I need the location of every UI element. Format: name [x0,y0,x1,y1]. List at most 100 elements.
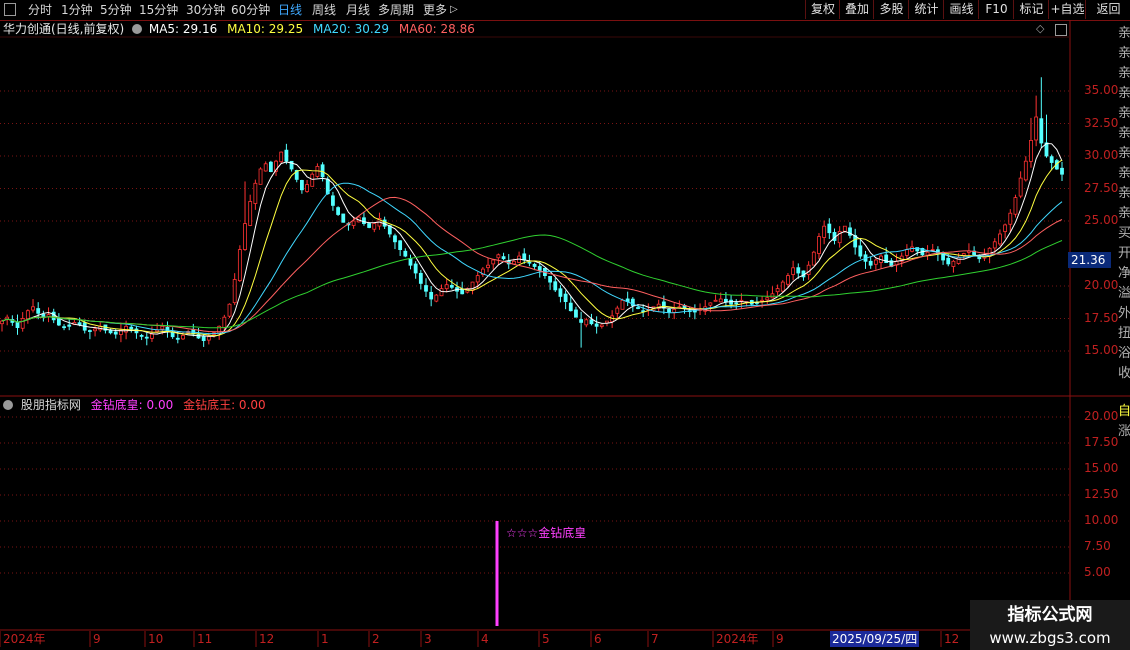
candle-body [904,249,909,256]
main-y-tick: 30.00 [1084,148,1119,162]
candle-body [362,217,366,225]
candle-body [25,310,30,320]
info-panel-char: 溢 [1118,286,1130,301]
indicator-y-tick: 7.50 [1084,539,1111,553]
candle-body [615,307,620,314]
candle-body [93,328,97,332]
candle-body [532,263,537,267]
candle-body [558,288,563,297]
candle-body [873,259,878,265]
candle-body [243,223,247,250]
x-tick-label: 12 [944,632,960,646]
candle-body [1034,116,1039,141]
ma30-line [1,196,1063,333]
candle-body [734,302,739,305]
candle-body [579,319,584,323]
candle-body [672,308,677,313]
candle-body [460,288,465,295]
candle-body [574,309,578,318]
candle-body [232,279,237,304]
info-panel-char: 自 [1118,404,1130,419]
candle-body [56,317,61,326]
x-tick-label: 2024年 [716,632,759,646]
info-panel-char: 扭 [1118,326,1130,341]
x-tick-label: 2024年 [3,632,46,646]
candle-body [791,267,796,275]
candle-body [341,213,346,223]
candle-body [367,223,372,228]
candle-body [31,306,35,311]
indicator-y-tick: 5.00 [1084,565,1111,579]
main-y-tick: 20.00 [1084,278,1119,292]
watermark: 指标公式网 www.zbgs3.com [970,600,1130,650]
info-panel-char: 亲 [1118,166,1130,181]
candle-body [537,266,542,271]
candle-body [811,251,816,266]
main-y-tick: 27.50 [1084,180,1119,195]
candle-body [470,281,475,291]
candle-body [548,276,552,283]
candle-body [67,324,72,327]
info-panel-char: 买 [1118,226,1130,241]
candle-body [724,298,728,303]
watermark-url: www.zbgs3.com [989,629,1111,647]
candle-body [351,220,356,226]
candle-body [444,284,449,290]
candle-body [475,275,480,283]
info-panel-char: 亲 [1118,46,1130,61]
crosshair-date-tag: 2025/09/25/四 [830,631,920,647]
candle-body [636,307,640,309]
candle-body [0,320,4,325]
kline-chart[interactable] [0,0,1130,650]
candle-body [206,336,211,341]
x-tick-label: 12 [259,632,275,646]
candle-body [620,299,625,310]
candle-body [522,253,527,261]
indicator-param-2: 金钻底王: 0.00 [183,398,266,412]
candle-body [553,281,558,291]
info-panel-char: 亲 [1118,186,1130,201]
info-panel-char: 亲 [1118,66,1130,81]
main-y-tick: 35.00 [1084,83,1119,97]
info-panel-char: 亲 [1118,106,1130,121]
candle-body [1018,177,1023,197]
candle-body [372,223,377,230]
last-price-tag: 21.36 [1068,252,1111,268]
candle-body [512,260,516,265]
candle-body [1008,212,1013,225]
candle-body [20,318,25,329]
candle-body [336,207,340,215]
candle-body [563,293,568,303]
candle-body [439,288,444,297]
candle-body [568,302,573,312]
candle-body [594,323,599,327]
candle-body [501,256,506,260]
ma10-line [1,159,1063,337]
candle-body [786,275,790,285]
main-y-tick: 17.50 [1084,310,1119,325]
info-panel-char: 亲 [1118,126,1130,141]
candle-body [403,250,408,257]
candle-body [667,308,671,313]
candle-body [413,263,418,274]
candle-body [429,291,434,300]
x-tick-label: 9 [776,632,784,646]
indicator-settings-icon[interactable] [3,400,13,410]
candle-body [956,256,961,264]
candle-body [222,316,227,329]
candle-body [817,236,821,254]
candle-body [780,281,785,292]
candle-body [1060,167,1064,175]
candle-body [1013,197,1018,215]
candle-body [129,326,134,330]
indicator-name[interactable]: 股朋指标网 [21,398,81,412]
candle-body [279,151,284,163]
candle-body [268,161,273,173]
candle-body [393,235,397,243]
candle-body [1039,118,1044,144]
candle-body [951,260,956,267]
candle-body [258,168,263,185]
info-panel-char: 外 [1118,306,1130,321]
candle-body [946,257,951,265]
candle-body [589,319,594,325]
